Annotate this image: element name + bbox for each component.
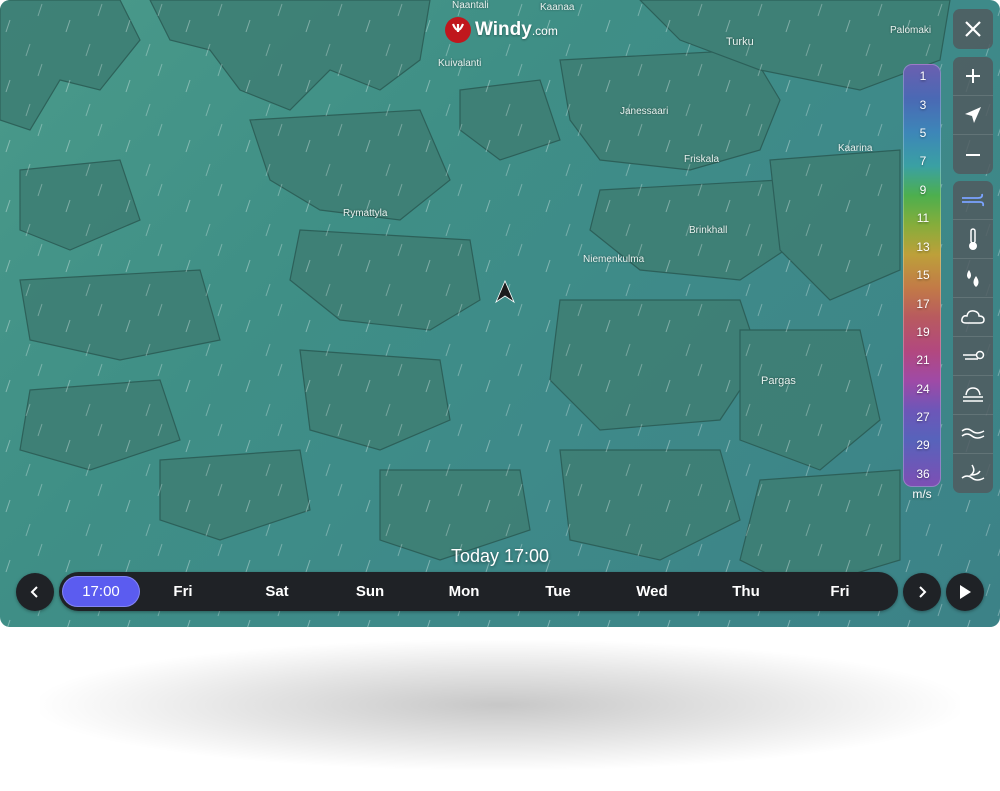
map-controls [953, 57, 993, 174]
wind-speed-legend: 1 3 5 7 9 11 13 15 17 19 21 24 27 29 36 [903, 64, 941, 487]
timeline-prev-button[interactable] [16, 573, 54, 611]
legend-value: 5 [919, 126, 927, 140]
windy-logo[interactable]: Windy.com [445, 17, 558, 43]
plus-icon [966, 69, 980, 83]
close-icon [965, 21, 981, 37]
cloud-icon [961, 310, 985, 324]
current-time-label: Today 17:00 [450, 546, 550, 566]
zoom-in-button[interactable] [953, 57, 993, 96]
fog-icon [963, 387, 983, 402]
place-label: Kuivalanti [438, 58, 482, 69]
chevron-left-icon [30, 586, 38, 598]
timeline-bar[interactable]: 17:00 Fri Sat Sun Mon Tue Wed Thu Fri [59, 572, 898, 611]
place-label: Pargas [761, 375, 796, 387]
locate-button[interactable] [953, 96, 993, 135]
timeline-day-selected[interactable]: 17:00 [62, 576, 140, 607]
wind-icon [962, 193, 985, 207]
timeline-next-button[interactable] [903, 573, 941, 611]
place-label: Naantali [452, 0, 489, 11]
layer-rain-button[interactable] [953, 259, 993, 298]
timeline-day[interactable]: Sat [237, 576, 317, 607]
timeline-day[interactable]: Thu [706, 576, 786, 607]
place-label: Turku [726, 36, 754, 48]
legend-value: 19 [916, 325, 930, 339]
place-label: Niemenkulma [583, 254, 645, 265]
layer-picker [953, 181, 993, 493]
place-label: Palomaki [890, 25, 932, 36]
waves-icon [961, 428, 985, 439]
navigation-arrow-icon [495, 280, 515, 304]
minus-icon [966, 153, 980, 156]
layer-fog-button[interactable] [953, 376, 993, 415]
layer-clouds-button[interactable] [953, 298, 993, 337]
legend-value: 3 [919, 98, 927, 112]
rain-icon [967, 270, 979, 287]
legend-value: 36 [916, 467, 930, 481]
legend-value: 21 [916, 353, 930, 367]
legend-value: 11 [916, 211, 930, 225]
timeline-day[interactable]: Mon [424, 576, 504, 607]
wind-gust-icon [963, 350, 985, 360]
place-label: Kaarina [838, 143, 873, 154]
legend-value: 27 [916, 410, 930, 424]
close-button[interactable] [953, 9, 993, 49]
timeline-day[interactable]: Wed [612, 576, 692, 607]
legend-value: 24 [916, 382, 930, 396]
legend-value: 1 [919, 69, 927, 83]
place-label: Kaanaa [540, 2, 575, 13]
legend-unit: m/s [912, 487, 932, 501]
timeline-day[interactable]: Sun [330, 576, 410, 607]
layer-wind-button[interactable] [953, 181, 993, 220]
legend-value: 7 [919, 154, 927, 168]
map-land-layer [0, 0, 1000, 627]
place-label: Friskala [684, 154, 720, 165]
layer-temperature-button[interactable] [953, 220, 993, 259]
legend-value: 9 [919, 183, 927, 197]
layer-waves-button[interactable] [953, 415, 993, 454]
layer-swell-button[interactable] [953, 454, 993, 493]
chevron-right-icon [919, 586, 927, 598]
play-button[interactable] [946, 573, 984, 611]
timeline-day[interactable]: Fri [143, 576, 223, 607]
thermometer-icon [969, 228, 977, 250]
swell-icon [961, 464, 985, 481]
play-icon [960, 585, 971, 599]
windy-logo-text: Windy.com [475, 19, 558, 40]
windy-logo-icon [445, 17, 471, 43]
place-label: Brinkhall [689, 225, 728, 236]
drop-shadow [40, 640, 960, 770]
location-arrow-icon [965, 107, 981, 123]
zoom-out-button[interactable] [953, 135, 993, 174]
layer-gusts-button[interactable] [953, 337, 993, 376]
timeline-day[interactable]: Tue [518, 576, 598, 607]
legend-value: 29 [916, 438, 930, 452]
legend-value: 13 [916, 240, 930, 254]
place-label: Rymattyla [343, 208, 388, 219]
weather-map[interactable]: Windy.com Naantali Kaanaa Turku Palomaki… [0, 0, 1000, 627]
legend-value: 17 [916, 297, 930, 311]
place-label: Janessaari [620, 106, 669, 117]
legend-value: 15 [916, 268, 930, 282]
timeline-day[interactable]: Fri [800, 576, 880, 607]
